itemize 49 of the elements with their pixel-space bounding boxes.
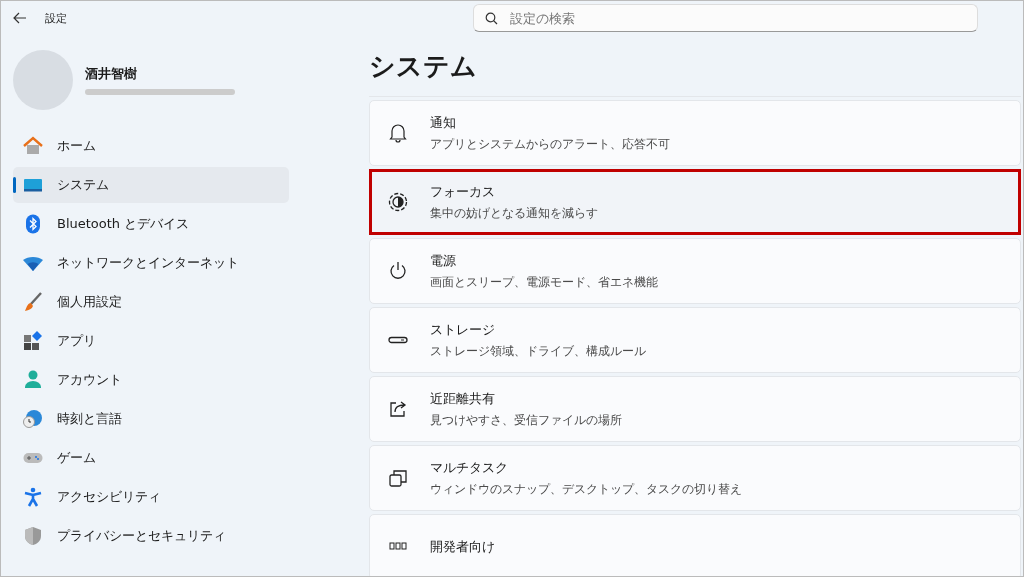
sidebar-item[interactable]: 個人用設定 (13, 284, 289, 320)
bluetooth-icon (23, 214, 43, 234)
back-arrow-icon[interactable] (13, 12, 27, 24)
sidebar-item[interactable]: アカウント (13, 362, 289, 398)
card-title: ストレージ (430, 320, 496, 339)
brush-icon (23, 292, 43, 312)
settings-card[interactable]: 開発者向け (369, 514, 1021, 576)
sidebar-item[interactable]: ホーム (13, 128, 289, 164)
search-field[interactable]: 設定の検索 (473, 4, 978, 32)
card-subtitle: 画面とスリープ、電源モード、省エネ機能 (430, 273, 658, 291)
card-title: 開発者向け (430, 538, 495, 556)
card-title: 近距離共有 (430, 389, 496, 408)
settings-card[interactable]: フォーカス 集中の妨げとなる通知を減らす (369, 169, 1021, 235)
settings-card[interactable]: マルチタスク ウィンドウのスナップ、デスクトップ、タスクの切り替え (369, 445, 1021, 511)
settings-card[interactable]: ストレージ ストレージ領域、ドライブ、構成ルール (369, 307, 1021, 373)
sidebar-item[interactable]: アクセシビリティ (13, 479, 289, 515)
apps-icon (23, 331, 43, 351)
power-icon (388, 261, 408, 281)
house-icon (23, 136, 43, 156)
card-subtitle: 見つけやすさ、受信ファイルの場所 (430, 411, 622, 429)
settings-card[interactable]: 通知 アプリとシステムからのアラート、応答不可 (369, 100, 1021, 166)
card-title: 電源 (430, 251, 457, 270)
card-subtitle: ストレージ領域、ドライブ、構成ルール (430, 342, 646, 360)
settings-card[interactable]: 近距離共有 見つけやすさ、受信ファイルの場所 (369, 376, 1021, 442)
bell-icon (388, 123, 408, 143)
card-title: フォーカス (430, 182, 496, 201)
sidebar-item[interactable]: 時刻と言語 (13, 401, 289, 437)
card-title: マルチタスク (430, 458, 509, 477)
sidebar-item[interactable]: Bluetooth とデバイス (13, 206, 289, 242)
sidebar-item[interactable]: プライバシーとセキュリティ (13, 518, 289, 554)
card-subtitle: 集中の妨げとなる通知を減らす (430, 204, 598, 222)
card-title: 通知 (430, 113, 457, 132)
card-subtitle: ウィンドウのスナップ、デスクトップ、タスクの切り替え (430, 480, 742, 498)
shield-icon (23, 526, 43, 546)
page-title: システム (369, 50, 478, 83)
windows-stack-icon (388, 468, 408, 488)
card-subtitle: アプリとシステムからのアラート、応答不可 (430, 135, 670, 153)
sidebar-item[interactable]: アプリ (13, 323, 289, 359)
window-title: 設定 (45, 10, 67, 26)
accessibility-icon (23, 487, 43, 507)
sidebar-item[interactable]: ゲーム (13, 440, 289, 476)
account-name: 酒井智樹 (85, 65, 138, 83)
globe-clock-icon (23, 409, 43, 429)
sidebar-item[interactable]: ネットワークとインターネット (13, 245, 289, 281)
share-icon (388, 399, 408, 419)
sidebar-item[interactable]: システム (13, 167, 289, 203)
person-icon (23, 370, 43, 390)
focus-icon (388, 192, 408, 212)
settings-card[interactable]: 電源 画面とスリープ、電源モード、省エネ機能 (369, 238, 1021, 304)
